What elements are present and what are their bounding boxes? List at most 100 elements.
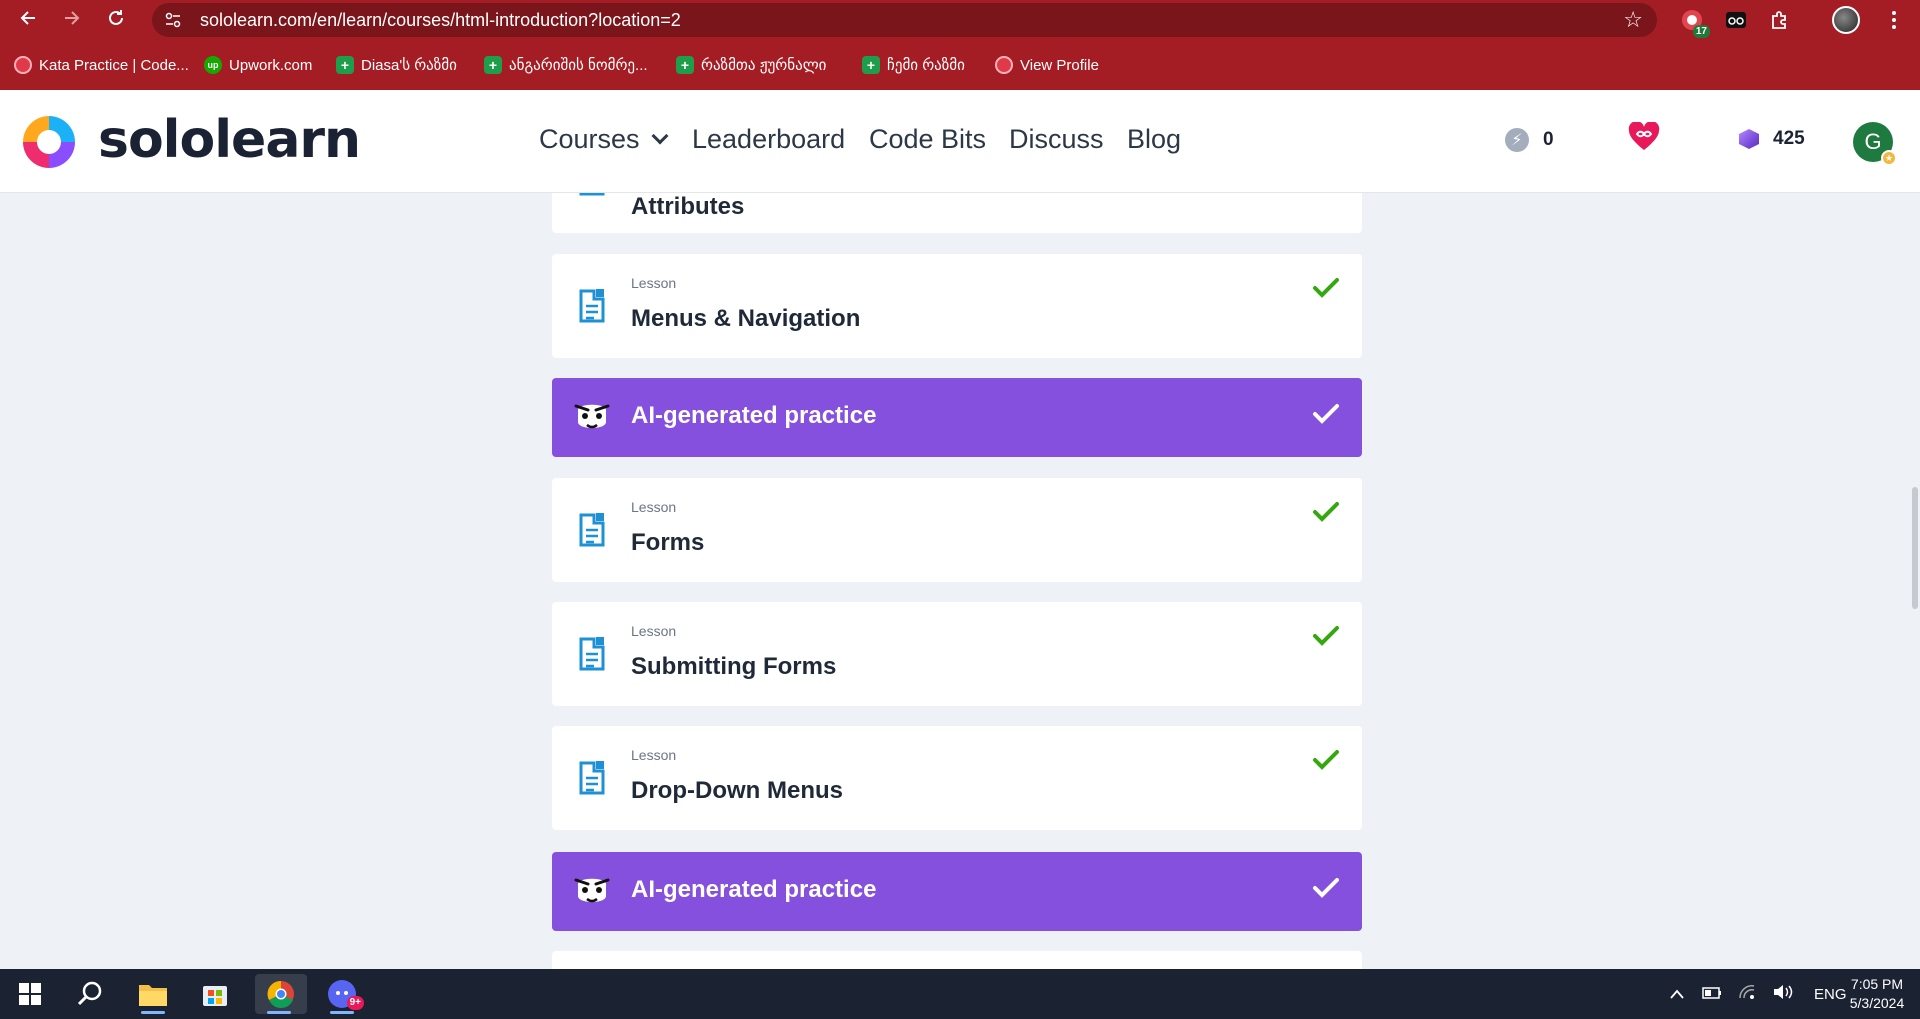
- bookmark-squad-journal[interactable]: + რაზმთა ჟურნალი: [676, 54, 826, 76]
- page-scrollbar[interactable]: [1912, 487, 1918, 609]
- site-info-icon[interactable]: [158, 5, 188, 35]
- address-bar[interactable]: sololearn.com/en/learn/courses/html-intr…: [152, 3, 1657, 37]
- lesson-kicker: Lesson: [631, 623, 677, 639]
- checkmark-icon: [1313, 278, 1339, 298]
- extension-icon[interactable]: 17: [1678, 6, 1710, 38]
- search-icon: [77, 981, 102, 1006]
- nav-code-bits[interactable]: Code Bits: [869, 124, 986, 155]
- kata-icon: [995, 56, 1013, 74]
- bits-value: 425: [1773, 128, 1805, 149]
- lesson-kicker: Lesson: [631, 275, 677, 291]
- bookmark-label: ჩემი რაზმი: [887, 57, 965, 74]
- sheets-icon: +: [336, 56, 354, 74]
- bookmark-label: Diasa'ს რაზმი: [361, 57, 457, 74]
- ai-practice-card[interactable]: AI-generated practice: [552, 378, 1362, 457]
- glasses-extension-icon[interactable]: [1722, 6, 1750, 34]
- volume-icon[interactable]: [1772, 983, 1794, 1005]
- nav-courses-label: Courses: [539, 124, 640, 154]
- infinite-heart-icon: [1628, 122, 1660, 150]
- nav-discuss[interactable]: Discuss: [1009, 124, 1104, 155]
- lightning-icon: ⚡: [1505, 128, 1529, 152]
- course-content: Attributes Lesson Menus & Navigation AI-…: [0, 193, 1920, 969]
- reload-button[interactable]: [100, 2, 132, 34]
- clock-time: 7:05 PM: [1850, 976, 1904, 992]
- sololearn-logo-icon[interactable]: [19, 112, 79, 172]
- lesson-title: Drop-Down Menus: [631, 777, 843, 804]
- bookmark-kata-practice[interactable]: Kata Practice | Code...: [14, 54, 189, 76]
- nav-courses[interactable]: Courses: [539, 124, 669, 155]
- lesson-card[interactable]: [552, 951, 1362, 969]
- lesson-card[interactable]: Lesson Submitting Forms: [552, 602, 1362, 706]
- sololearn-logo-text[interactable]: sololearn: [98, 110, 361, 170]
- checkmark-icon: [1313, 502, 1339, 522]
- sheets-icon: +: [862, 56, 880, 74]
- taskbar-discord[interactable]: 9+: [318, 974, 366, 1014]
- search-button[interactable]: [66, 974, 114, 1014]
- site-header: sololearn Courses Leaderboard Code Bits …: [0, 90, 1920, 193]
- lesson-card[interactable]: Attributes: [552, 193, 1362, 233]
- chevron-down-icon: [651, 127, 669, 145]
- streak-counter[interactable]: ⚡ 0: [1505, 128, 1554, 152]
- taskbar-file-explorer[interactable]: [129, 974, 177, 1014]
- url-text[interactable]: sololearn.com/en/learn/courses/html-intr…: [200, 10, 681, 31]
- bookmark-view-profile[interactable]: View Profile: [995, 54, 1099, 76]
- extensions-puzzle-icon[interactable]: [1766, 6, 1794, 34]
- discord-badge: 9+: [346, 996, 364, 1010]
- reload-icon: [109, 10, 123, 25]
- hearts-counter[interactable]: [1628, 122, 1660, 152]
- bookmark-star-icon[interactable]: ☆: [1623, 7, 1643, 33]
- profile-avatar[interactable]: [1832, 6, 1860, 34]
- lesson-document-icon: [579, 761, 605, 795]
- windows-taskbar: 9+ ENG 7:05 PM 5/3/2024: [0, 969, 1920, 1019]
- ai-practice-card[interactable]: AI-generated practice: [552, 852, 1362, 931]
- lesson-document-icon: [579, 193, 605, 196]
- chevron-up-icon[interactable]: [1670, 986, 1684, 1003]
- practice-title: AI-generated practice: [631, 876, 877, 903]
- checkmark-icon: [1313, 878, 1339, 898]
- lesson-title: Attributes: [631, 193, 745, 220]
- arrow-right-icon: [65, 11, 80, 25]
- checkmark-icon: [1313, 404, 1339, 424]
- practice-mascot-icon: [574, 404, 610, 429]
- bookmark-upwork[interactable]: up Upwork.com: [204, 54, 312, 76]
- bits-counter[interactable]: 425: [1739, 128, 1805, 150]
- back-button[interactable]: [12, 2, 44, 34]
- bookmarks-bar: Kata Practice | Code... up Upwork.com + …: [0, 48, 1920, 82]
- start-button[interactable]: [6, 974, 54, 1014]
- user-avatar[interactable]: G ★: [1853, 122, 1897, 166]
- lesson-title: Menus & Navigation: [631, 305, 861, 332]
- streak-value: 0: [1543, 129, 1554, 150]
- active-indicator: [267, 1011, 291, 1014]
- taskbar-chrome[interactable]: [255, 974, 307, 1014]
- bookmark-label: ანგარიშის ნომრე...: [509, 57, 648, 74]
- lesson-document-icon: [579, 637, 605, 671]
- lesson-card[interactable]: Lesson Drop-Down Menus: [552, 726, 1362, 830]
- browser-menu-icon[interactable]: [1880, 6, 1908, 34]
- bookmark-my-squad[interactable]: + ჩემი რაზმი: [862, 54, 965, 76]
- lesson-document-icon: [579, 513, 605, 547]
- folder-icon: [139, 985, 167, 1006]
- taskbar-store[interactable]: [191, 974, 239, 1014]
- lesson-card[interactable]: Lesson Menus & Navigation: [552, 254, 1362, 358]
- clock-date: 5/3/2024: [1849, 995, 1905, 1011]
- lesson-card[interactable]: Lesson Forms: [552, 478, 1362, 582]
- forward-button[interactable]: [56, 2, 88, 34]
- system-clock[interactable]: 7:05 PM 5/3/2024: [1838, 975, 1916, 1013]
- bookmark-diasa[interactable]: + Diasa'ს რაზმი: [336, 54, 457, 76]
- lesson-document-icon: [579, 289, 605, 323]
- wifi-icon[interactable]: [1738, 984, 1756, 1004]
- extension-badge: 17: [1692, 25, 1710, 38]
- bookmark-label: Upwork.com: [229, 56, 313, 74]
- store-icon: [203, 986, 227, 1006]
- nav-leaderboard[interactable]: Leaderboard: [692, 124, 845, 155]
- bookmark-account-numbers[interactable]: + ანგარიშის ნომრე...: [484, 54, 648, 76]
- profile-avatar-image: [1832, 6, 1860, 34]
- nav-blog[interactable]: Blog: [1127, 124, 1181, 155]
- bookmark-label: რაზმთა ჟურნალი: [701, 57, 827, 74]
- battery-icon[interactable]: [1702, 986, 1722, 1003]
- bookmark-label: Kata Practice | Code...: [39, 56, 189, 74]
- user-initial: G: [1864, 129, 1882, 154]
- system-tray: ENG: [1670, 969, 1847, 1019]
- gem-icon: [1739, 129, 1759, 149]
- checkmark-icon: [1313, 626, 1339, 646]
